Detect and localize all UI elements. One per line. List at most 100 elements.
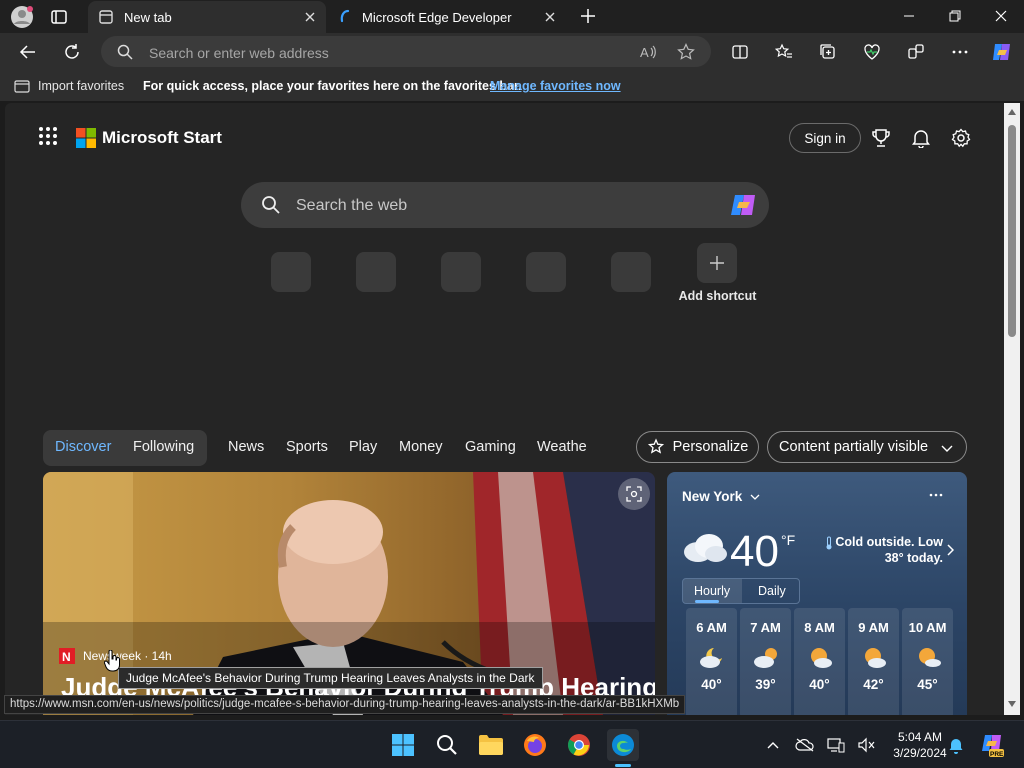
file-explorer-icon[interactable]	[475, 729, 507, 761]
chevron-right-icon[interactable]	[946, 544, 954, 556]
manage-favorites-link[interactable]: Manage favorites now	[490, 79, 621, 93]
hourly-forecast-item[interactable]: 10 AM 45°	[902, 608, 953, 715]
copilot-icon[interactable]	[986, 36, 1018, 68]
web-search-box[interactable]: Search the web	[241, 182, 769, 228]
hourly-forecast-item[interactable]: 8 AM 40°	[794, 608, 845, 715]
hourly-forecast-item[interactable]: 9 AM 42°	[848, 608, 899, 715]
microsoft-logo-icon	[76, 128, 96, 148]
close-window-button[interactable]	[978, 0, 1024, 32]
new-tab-button[interactable]	[578, 6, 598, 26]
rewards-trophy-icon[interactable]	[866, 123, 896, 153]
nav-discover[interactable]: Discover	[55, 439, 111, 455]
nav-sports[interactable]: Sports	[286, 439, 328, 455]
nav-weather[interactable]: Weathe	[537, 439, 587, 455]
copilot-icon[interactable]	[729, 192, 759, 218]
copilot-pre-icon[interactable]: PRE	[976, 729, 1008, 761]
active-tab-indicator	[695, 600, 719, 603]
collections-icon[interactable]	[812, 36, 844, 68]
nav-following[interactable]: Following	[133, 439, 194, 455]
hourly-forecast-item[interactable]: 7 AM 39°	[740, 608, 791, 715]
more-options-icon[interactable]	[944, 36, 976, 68]
forecast-temp: 42°	[863, 677, 884, 692]
browser-essentials-icon[interactable]	[856, 36, 888, 68]
chrome-icon[interactable]	[563, 729, 595, 761]
restore-button[interactable]	[932, 0, 978, 32]
chevron-up-icon[interactable]	[757, 729, 789, 761]
hero-source-label: Newsweek · 14h	[83, 649, 172, 663]
partly-cloudy-night-icon	[698, 645, 726, 669]
network-icon[interactable]	[820, 729, 852, 761]
search-icon	[117, 44, 133, 60]
forecast-temp: 39°	[755, 677, 776, 692]
forecast-temp: 40°	[809, 677, 830, 692]
personalize-button[interactable]: Personalize	[636, 431, 759, 463]
hand-cursor-icon	[104, 650, 120, 672]
address-placeholder: Search or enter web address	[149, 45, 329, 61]
sign-in-button[interactable]: Sign in	[789, 123, 861, 153]
notification-bell-icon[interactable]	[940, 729, 972, 761]
read-aloud-icon[interactable]: A	[639, 43, 657, 61]
partly-cloudy-icon	[752, 645, 780, 669]
forecast-time: 8 AM	[804, 620, 835, 635]
add-shortcut-button[interactable]	[697, 243, 737, 283]
shortcut-tile[interactable]	[441, 252, 481, 292]
nav-news[interactable]: News	[228, 439, 264, 455]
firefox-icon[interactable]	[519, 729, 551, 761]
edge-taskbar-icon[interactable]	[607, 729, 639, 761]
weather-tab-hourly[interactable]: Hourly	[694, 584, 730, 598]
scroll-down-icon[interactable]	[1008, 701, 1016, 707]
nav-gaming[interactable]: Gaming	[465, 439, 516, 455]
favorite-star-icon[interactable]	[677, 43, 695, 61]
hourly-forecast-item[interactable]: 6 AM 40°	[686, 608, 737, 715]
cloud-offline-icon[interactable]	[789, 729, 821, 761]
microsoft-start-logo[interactable]: Microsoft Start	[76, 128, 222, 148]
import-favorites-button[interactable]: Import favorites	[14, 79, 124, 93]
extensions-icon[interactable]	[900, 36, 932, 68]
scrollbar-thumb[interactable]	[1008, 125, 1016, 337]
weather-temperature: 40	[730, 527, 779, 576]
app-launcher-icon[interactable]	[38, 126, 58, 146]
refresh-button[interactable]	[56, 36, 88, 68]
import-icon	[14, 79, 30, 93]
forecast-time: 6 AM	[696, 620, 727, 635]
tab-actions-icon[interactable]	[50, 8, 68, 26]
back-button[interactable]	[12, 36, 44, 68]
personalize-label: Personalize	[672, 439, 749, 455]
address-bar[interactable]: Search or enter web address A	[101, 36, 711, 67]
weather-location[interactable]: New York	[682, 489, 760, 504]
shortcut-tile[interactable]	[526, 252, 566, 292]
cloudy-icon	[682, 530, 728, 564]
shortcut-tile[interactable]	[271, 252, 311, 292]
forecast-temp: 45°	[917, 677, 938, 692]
scroll-up-icon[interactable]	[1008, 109, 1016, 115]
settings-gear-icon[interactable]	[946, 123, 976, 153]
brand-name: Microsoft Start	[102, 128, 222, 147]
search-icon[interactable]	[431, 729, 463, 761]
volume-muted-icon[interactable]	[850, 729, 882, 761]
visual-search-icon[interactable]	[618, 478, 650, 510]
page-scrollbar[interactable]	[1004, 103, 1020, 715]
favorites-icon[interactable]	[768, 36, 800, 68]
shortcut-tile[interactable]	[356, 252, 396, 292]
close-tab-icon[interactable]	[542, 9, 558, 25]
link-status-bar: https://www.msn.com/en-us/news/politics/…	[4, 695, 686, 714]
nav-play[interactable]: Play	[349, 439, 377, 455]
start-windows-icon[interactable]	[387, 729, 419, 761]
close-tab-icon[interactable]	[302, 9, 318, 25]
nav-money[interactable]: Money	[399, 439, 443, 455]
notifications-bell-icon[interactable]	[906, 123, 936, 153]
minimize-button[interactable]	[886, 0, 932, 32]
content-visibility-dropdown[interactable]: Content partially visible	[767, 431, 967, 463]
shortcut-tile[interactable]	[611, 252, 651, 292]
split-screen-icon[interactable]	[724, 36, 756, 68]
tab-edge-developer[interactable]: Microsoft Edge Developer	[328, 1, 566, 33]
tab-title: New tab	[124, 9, 172, 25]
tab-new-tab[interactable]: New tab	[88, 1, 326, 33]
favorites-bar: Import favorites For quick access, place…	[0, 71, 1024, 101]
more-options-icon[interactable]	[929, 492, 943, 498]
favorites-hint: For quick access, place your favorites h…	[143, 79, 522, 93]
weather-summary: Cold outside. Low 38° today.	[835, 535, 943, 565]
weather-tab-daily[interactable]: Daily	[758, 584, 786, 598]
weather-card[interactable]: New York 40 °F Cold outside. Low 38° tod…	[667, 472, 967, 715]
profile-avatar[interactable]	[10, 5, 34, 29]
